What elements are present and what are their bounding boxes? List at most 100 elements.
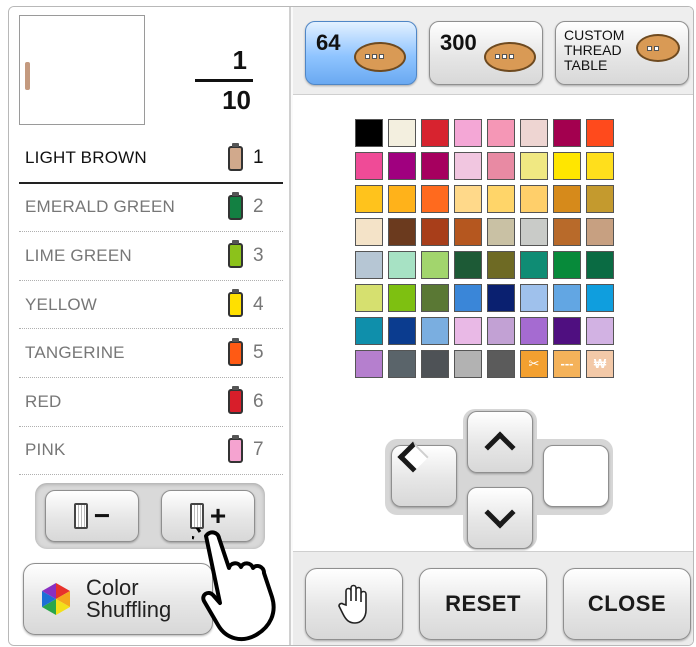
palette-color-cell[interactable] <box>388 152 416 180</box>
palette-color-cell[interactable] <box>454 284 482 312</box>
palette-color-cell[interactable] <box>388 317 416 345</box>
palette-color-cell[interactable] <box>355 119 383 147</box>
reset-button[interactable]: RESET <box>419 568 547 640</box>
hand-button[interactable] <box>305 568 403 640</box>
palette-color-cell[interactable] <box>355 218 383 246</box>
counter-divider <box>195 79 253 82</box>
palette-color-cell[interactable] <box>520 251 548 279</box>
palette-color-cell[interactable] <box>355 350 383 378</box>
palette-color-cell[interactable] <box>553 251 581 279</box>
close-button[interactable]: CLOSE <box>563 568 691 640</box>
up-button[interactable] <box>467 411 533 473</box>
tab-300-label: 300 <box>440 30 477 55</box>
palette-color-cell[interactable] <box>454 218 482 246</box>
palette-color-cell[interactable] <box>454 317 482 345</box>
custom-label-line1: CUSTOM <box>564 27 625 43</box>
remove-thread-button[interactable]: − <box>45 490 139 542</box>
palette-color-cell[interactable] <box>553 119 581 147</box>
palette-color-cell[interactable] <box>421 218 449 246</box>
palette-color-cell[interactable]: ₩ <box>586 350 614 378</box>
palette-color-cell[interactable] <box>586 317 614 345</box>
palette-color-cell[interactable] <box>355 317 383 345</box>
left-button[interactable] <box>391 441 457 507</box>
spool-plus-icon <box>189 503 204 529</box>
palette-color-cell[interactable] <box>388 185 416 213</box>
reset-label: RESET <box>445 591 521 616</box>
palette-color-cell[interactable] <box>520 284 548 312</box>
right-button[interactable] <box>543 445 609 507</box>
thread-index: 5 <box>253 342 264 364</box>
thread-counter: 1 10 <box>195 45 253 115</box>
palette-color-cell[interactable] <box>586 119 614 147</box>
thread-row-tangerine[interactable]: TANGERINE 5 <box>19 329 283 378</box>
palette-color-cell[interactable] <box>520 218 548 246</box>
thread-row-pink[interactable]: PINK 7 <box>19 427 283 476</box>
palette-color-cell[interactable] <box>355 251 383 279</box>
thread-index: 4 <box>253 293 264 315</box>
palette-color-cell[interactable] <box>553 185 581 213</box>
palette-color-cell[interactable] <box>586 152 614 180</box>
palette-color-cell[interactable] <box>388 350 416 378</box>
palette-color-cell[interactable] <box>355 152 383 180</box>
palette-color-cell[interactable] <box>421 350 449 378</box>
palette-color-cell[interactable] <box>355 284 383 312</box>
palette-color-cell[interactable] <box>454 251 482 279</box>
design-preview <box>19 15 145 125</box>
palette-color-cell[interactable] <box>520 152 548 180</box>
palette-color-cell[interactable] <box>421 317 449 345</box>
tab-64-colors[interactable]: 64 <box>305 21 417 85</box>
palette-color-cell[interactable] <box>487 218 515 246</box>
palette-color-cell[interactable] <box>487 185 515 213</box>
palette-color-cell[interactable] <box>487 152 515 180</box>
palette-color-cell[interactable] <box>520 185 548 213</box>
palette-color-cell[interactable] <box>520 317 548 345</box>
palette-color-cell[interactable] <box>553 317 581 345</box>
shuffle-label-line2: Shuffling <box>86 597 172 622</box>
palette-color-cell[interactable] <box>454 185 482 213</box>
chevron-up-icon <box>484 431 516 463</box>
palette-color-cell[interactable] <box>421 185 449 213</box>
palette-color-cell[interactable] <box>553 284 581 312</box>
palette-color-cell[interactable] <box>421 284 449 312</box>
palette-color-cell[interactable] <box>388 251 416 279</box>
counter-total: 10 <box>222 85 251 115</box>
palette-color-cell[interactable] <box>553 218 581 246</box>
thread-row-yellow[interactable]: YELLOW 4 <box>19 281 283 330</box>
palette-color-cell[interactable] <box>487 284 515 312</box>
palette-color-cell[interactable] <box>454 119 482 147</box>
tab-custom-thread-table[interactable]: CUSTOM THREAD TABLE <box>555 21 689 85</box>
palette-color-cell[interactable]: ✂ <box>520 350 548 378</box>
palette-color-cell[interactable] <box>388 218 416 246</box>
palette-color-cell[interactable] <box>487 251 515 279</box>
thread-row-lime-green[interactable]: LIME GREEN 3 <box>19 232 283 281</box>
palette-color-cell[interactable] <box>421 119 449 147</box>
palette-color-cell[interactable]: --- <box>553 350 581 378</box>
chevron-left-icon <box>397 441 429 473</box>
palette-color-cell[interactable] <box>586 251 614 279</box>
thread-name: PINK <box>25 440 66 460</box>
thread-row-emerald-green[interactable]: EMERALD GREEN 2 <box>19 184 283 233</box>
thread-row-red[interactable]: RED 6 <box>19 378 283 427</box>
thread-name: EMERALD GREEN <box>25 197 175 217</box>
tab-300-colors[interactable]: 300 <box>429 21 543 85</box>
add-thread-button[interactable]: + <box>161 490 255 542</box>
palette-color-cell[interactable] <box>553 152 581 180</box>
palette-color-cell[interactable] <box>520 119 548 147</box>
thread-row-light-brown[interactable]: LIGHT BROWN 1 <box>19 135 283 184</box>
color-shuffling-button[interactable]: Color Shuffling <box>23 563 213 635</box>
palette-color-cell[interactable] <box>586 185 614 213</box>
palette-color-cell[interactable] <box>388 284 416 312</box>
palette-color-cell[interactable] <box>586 218 614 246</box>
palette-color-cell[interactable] <box>487 119 515 147</box>
palette-color-cell[interactable] <box>487 350 515 378</box>
palette-color-cell[interactable] <box>586 284 614 312</box>
palette-color-cell[interactable] <box>487 317 515 345</box>
palette-color-cell[interactable] <box>454 350 482 378</box>
palette-color-cell[interactable] <box>421 251 449 279</box>
palette-color-cell[interactable] <box>454 152 482 180</box>
palette-color-cell[interactable] <box>355 185 383 213</box>
thread-name: YELLOW <box>25 294 98 314</box>
down-button[interactable] <box>467 487 533 549</box>
palette-color-cell[interactable] <box>388 119 416 147</box>
palette-color-cell[interactable] <box>421 152 449 180</box>
